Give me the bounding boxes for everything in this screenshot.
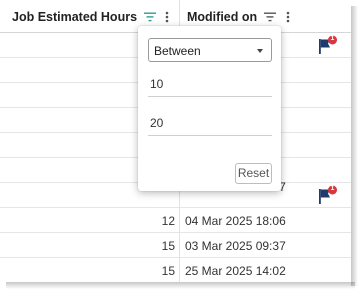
kebab-menu-icon[interactable] bbox=[165, 10, 169, 23]
table-row[interactable]: 12 04 Mar 2025 18:06 bbox=[0, 208, 351, 233]
filter-icon[interactable] bbox=[144, 10, 156, 22]
flag-badge-count: 1 bbox=[330, 185, 335, 192]
reset-button[interactable]: Reset bbox=[235, 163, 272, 184]
frame-shadow bbox=[351, 6, 358, 286]
job-estimated-hours-cell: 12 bbox=[161, 214, 175, 228]
frame-shadow bbox=[6, 282, 355, 289]
modified-on-cell: 03 Mar 2025 09:37 bbox=[185, 239, 286, 253]
modified-on-cell: 25 Mar 2025 14:02 bbox=[185, 264, 286, 278]
filter-popup: Between Reset bbox=[138, 26, 281, 191]
modified-on-cell: 04 Mar 2025 18:06 bbox=[185, 214, 286, 228]
column-title-modified-on[interactable]: Modified on bbox=[187, 10, 257, 24]
filter-value-to-input[interactable] bbox=[148, 110, 272, 136]
filter-value-from-input[interactable] bbox=[148, 71, 272, 97]
table-row[interactable]: 15 25 Mar 2025 14:02 bbox=[0, 258, 351, 282]
filter-icon[interactable] bbox=[264, 10, 276, 22]
kebab-menu-icon[interactable] bbox=[286, 10, 290, 23]
data-grid: Job Estimated Hours Modified on 1 1 12 0… bbox=[0, 0, 351, 282]
chevron-down-icon bbox=[257, 49, 263, 53]
job-estimated-hours-cell: 15 bbox=[161, 239, 175, 253]
flag-icon[interactable]: 1 bbox=[317, 185, 339, 205]
filter-operator-value: Between bbox=[154, 44, 201, 58]
flag-badge-count: 1 bbox=[330, 35, 335, 42]
table-row[interactable]: 15 03 Mar 2025 09:37 bbox=[0, 233, 351, 258]
job-estimated-hours-cell: 15 bbox=[161, 264, 175, 278]
flag-icon[interactable]: 1 bbox=[317, 35, 339, 55]
column-title-job-estimated-hours[interactable]: Job Estimated Hours bbox=[12, 10, 137, 24]
filter-operator-select[interactable]: Between bbox=[148, 38, 272, 62]
